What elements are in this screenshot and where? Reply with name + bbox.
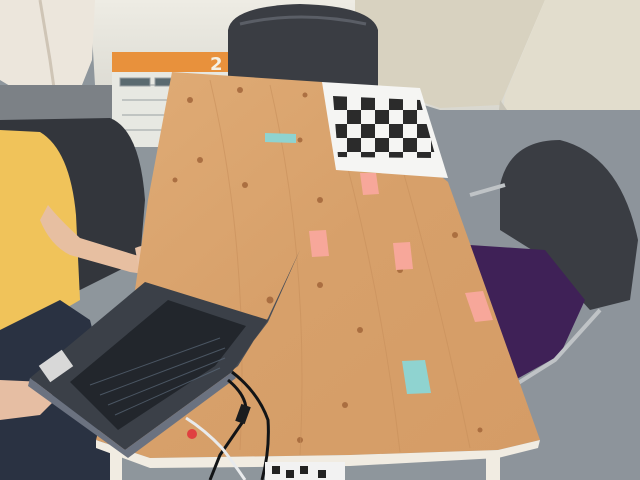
sticky-note-pink-1 bbox=[360, 173, 379, 195]
usb-plug-white bbox=[187, 429, 197, 439]
calendar-year-fragment: 2 bbox=[210, 54, 223, 75]
photo-scene: 2 bbox=[0, 0, 640, 480]
checkerboard-pattern bbox=[333, 96, 436, 158]
sticky-note-pink-3 bbox=[393, 242, 413, 270]
sticky-note-cyan-top bbox=[265, 133, 296, 143]
sticky-note-pink-2 bbox=[309, 230, 329, 257]
